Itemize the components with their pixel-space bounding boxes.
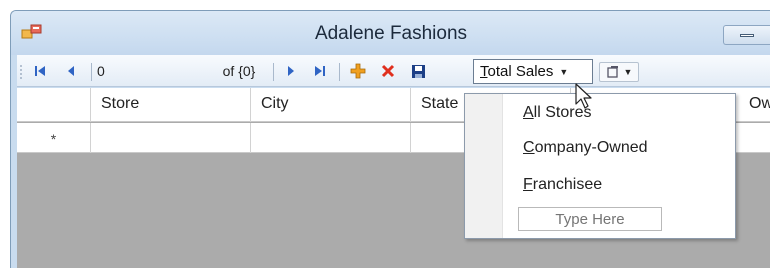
store-cell[interactable]: [91, 123, 251, 153]
count-label: of {0}: [222, 63, 256, 79]
total-sales-dropdown-menu: All Stores Company-Owned Franchisee: [464, 93, 736, 239]
window-title: Adalene Fashions: [314, 23, 468, 44]
move-previous-button[interactable]: [61, 59, 81, 83]
new-row-marker: *: [17, 123, 91, 153]
title-bar: Adalene Fashions: [11, 11, 770, 55]
row-header-corner: [17, 88, 91, 122]
menu-image-margin: [465, 94, 503, 238]
city-cell[interactable]: [251, 123, 411, 153]
save-button[interactable]: [407, 59, 429, 83]
save-icon: [411, 64, 425, 78]
position-input[interactable]: [97, 61, 169, 81]
move-first-button[interactable]: [29, 59, 51, 83]
move-first-icon: [35, 66, 45, 76]
add-item-icon: [606, 66, 618, 78]
move-last-icon: [315, 66, 325, 76]
toolbar-grip[interactable]: [20, 64, 22, 80]
minimize-button[interactable]: [723, 25, 770, 45]
move-next-icon: [288, 66, 294, 76]
move-previous-icon: [68, 66, 74, 76]
total-sales-dropdown-button[interactable]: Total Sales ▼: [473, 59, 593, 84]
mouse-cursor-icon: [575, 83, 592, 109]
move-last-button[interactable]: [309, 59, 331, 83]
add-new-icon: [350, 63, 366, 79]
total-sales-label: Total Sales: [480, 63, 554, 80]
column-header-owner[interactable]: Ow: [739, 88, 770, 122]
delete-button[interactable]: [377, 59, 399, 83]
dropdown-arrow-icon: ▼: [559, 66, 569, 77]
menu-item-company-owned[interactable]: Company-Owned: [523, 139, 648, 157]
binding-navigator-toolbar: of {0} To: [17, 55, 770, 87]
add-new-button[interactable]: [347, 59, 369, 83]
column-header-city[interactable]: City: [251, 88, 411, 122]
app-icon: [21, 24, 42, 39]
toolbar-separator: [273, 63, 274, 81]
menu-item-franchisee[interactable]: Franchisee: [523, 176, 602, 194]
move-next-button[interactable]: [281, 59, 301, 83]
delete-icon: [381, 64, 395, 78]
column-header-store[interactable]: Store: [91, 88, 251, 122]
toolbar-separator: [339, 63, 340, 81]
toolbar-separator: [91, 63, 92, 81]
type-here-input[interactable]: [518, 207, 662, 231]
add-item-dropdown-button[interactable]: ▼: [599, 62, 639, 82]
